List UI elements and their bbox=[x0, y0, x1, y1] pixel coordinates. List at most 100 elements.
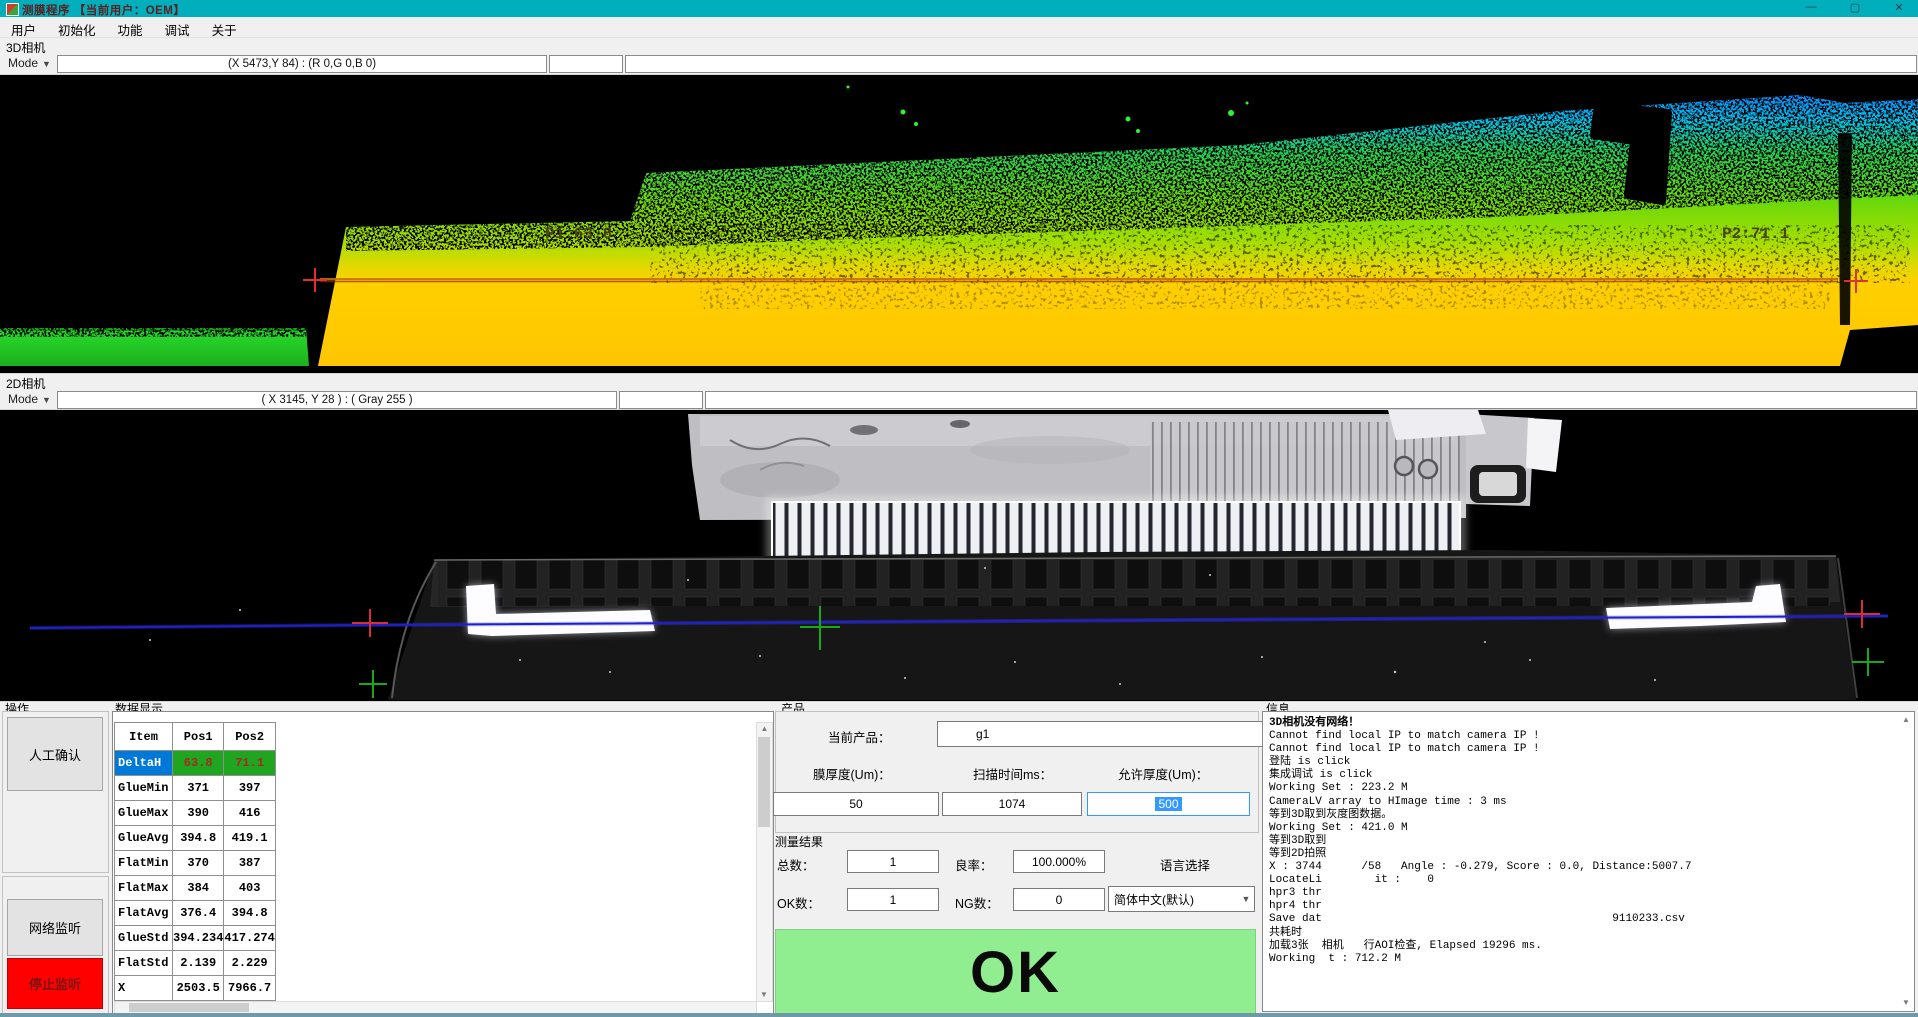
table-cell[interactable]: 387 bbox=[224, 851, 275, 876]
scrollbar-thumb[interactable] bbox=[129, 1003, 249, 1012]
column-header[interactable]: Item bbox=[115, 723, 173, 751]
table-vertical-scrollbar[interactable]: ▲ ▼ bbox=[756, 722, 773, 1002]
table-cell[interactable]: 370 bbox=[173, 851, 224, 876]
camera3d-viewport[interactable]: P1:63.8 P2:71.1 bbox=[0, 74, 1918, 374]
table-row[interactable]: GlueMin371397 bbox=[115, 776, 276, 801]
ok-count-input[interactable]: 1 bbox=[847, 888, 939, 911]
current-product-input[interactable]: g1 bbox=[937, 721, 1292, 747]
menu-item[interactable]: 功能 bbox=[107, 17, 154, 39]
log-line: hpr4 thr bbox=[1269, 900, 1889, 913]
table-row[interactable]: FlatMin370387 bbox=[115, 851, 276, 876]
scan-time-label: 扫描时间ms： bbox=[973, 764, 1052, 783]
camera2d-toolbar: Mode▼ ( X 3145, Y 28 ) : ( Gray 255 ) bbox=[0, 389, 1918, 410]
table-cell[interactable]: 394.8 bbox=[173, 826, 224, 851]
table-row[interactable]: GlueStd394.234417.274 bbox=[115, 926, 276, 951]
minimize-button[interactable]: — bbox=[1796, 1, 1826, 16]
table-cell[interactable]: GlueMax bbox=[115, 801, 173, 826]
table-cell[interactable]: 384 bbox=[173, 876, 224, 901]
ng-count-label: NG数： bbox=[955, 893, 999, 912]
results-section-label: 测量结果 bbox=[775, 833, 823, 850]
scroll-up-icon[interactable]: ▲ bbox=[757, 723, 772, 735]
ok-count-label: OK数： bbox=[777, 893, 820, 912]
table-cell[interactable]: 2.229 bbox=[224, 951, 275, 976]
camera2d-coords-readout: ( X 3145, Y 28 ) : ( Gray 255 ) bbox=[57, 391, 617, 409]
film-thickness-label: 膜厚度(Um)： bbox=[813, 764, 891, 783]
scrollbar-thumb[interactable] bbox=[758, 737, 770, 827]
app-window: 测膜程序 【当前用户：OEM】 — ▢ ✕ 用户初始化功能调试关于 3D相机 M… bbox=[0, 0, 1918, 1017]
allowed-thickness-input[interactable]: 500 bbox=[1087, 792, 1250, 816]
language-select[interactable]: 简体中文(默认) ▼ bbox=[1108, 886, 1255, 912]
close-button[interactable]: ✕ bbox=[1884, 1, 1914, 16]
table-row[interactable]: FlatStd2.1392.229 bbox=[115, 951, 276, 976]
table-cell[interactable]: FlatAvg bbox=[115, 901, 173, 926]
table-cell[interactable]: 417.274 bbox=[224, 926, 275, 951]
scroll-up-icon[interactable]: ▲ bbox=[1900, 714, 1912, 726]
table-cell[interactable]: GlueMin bbox=[115, 776, 173, 801]
table-cell[interactable]: 419.1 bbox=[224, 826, 275, 851]
table-cell[interactable]: 394.234 bbox=[173, 926, 224, 951]
info-log-panel[interactable]: 3D相机没有网络！Cannot find local IP to match c… bbox=[1262, 711, 1915, 1012]
menu-bar: 用户初始化功能调试关于 bbox=[0, 17, 1918, 38]
log-line: 集成调试 is click bbox=[1269, 769, 1889, 782]
camera3d-mode-button[interactable]: Mode▼ bbox=[8, 56, 51, 70]
scroll-down-icon[interactable]: ▼ bbox=[1900, 997, 1912, 1009]
table-cell[interactable]: 394.8 bbox=[224, 901, 275, 926]
table-cell[interactable]: 376.4 bbox=[173, 901, 224, 926]
table-cell[interactable]: DeltaH bbox=[115, 751, 173, 776]
camera2d-viewport[interactable] bbox=[0, 409, 1918, 702]
table-cell[interactable]: 63.8 bbox=[173, 751, 224, 776]
log-line: 等到2D拍照 bbox=[1269, 848, 1889, 861]
menu-item[interactable]: 调试 bbox=[154, 17, 201, 39]
log-line: 等到3D取到 bbox=[1269, 835, 1889, 848]
menu-item[interactable]: 初始化 bbox=[47, 17, 107, 39]
log-line: CameraLV array to HImage time : 3 ms bbox=[1269, 796, 1889, 809]
table-cell[interactable]: 71.1 bbox=[224, 751, 275, 776]
column-header[interactable]: Pos1 bbox=[173, 723, 224, 751]
table-cell[interactable]: 416 bbox=[224, 801, 275, 826]
manual-confirm-button[interactable]: 人工确认 bbox=[7, 717, 103, 791]
table-cell[interactable]: FlatMin bbox=[115, 851, 173, 876]
table-cell[interactable]: 403 bbox=[224, 876, 275, 901]
log-line: hpr3 thr bbox=[1269, 887, 1889, 900]
table-row[interactable]: X2503.57966.7 bbox=[115, 976, 276, 1001]
camera2d-toolbar-box-long bbox=[705, 391, 1917, 409]
film-thickness-input[interactable]: 50 bbox=[773, 792, 939, 816]
column-header[interactable]: Pos2 bbox=[224, 723, 275, 751]
result-status-banner: OK bbox=[775, 929, 1256, 1015]
menu-item[interactable]: 关于 bbox=[201, 17, 248, 39]
scan-time-input[interactable]: 1074 bbox=[942, 792, 1082, 816]
table-cell[interactable]: 2.139 bbox=[173, 951, 224, 976]
menu-item[interactable]: 用户 bbox=[0, 17, 47, 39]
table-row[interactable]: GlueAvg394.8419.1 bbox=[115, 826, 276, 851]
scroll-down-icon[interactable]: ▼ bbox=[757, 989, 771, 1001]
language-label: 语言选择 bbox=[1160, 855, 1210, 874]
table-cell[interactable]: FlatMax bbox=[115, 876, 173, 901]
table-cell[interactable]: 390 bbox=[173, 801, 224, 826]
stop-listen-button[interactable]: 停止监听 bbox=[7, 958, 103, 1009]
network-listen-button[interactable]: 网络监听 bbox=[7, 899, 103, 956]
yield-input[interactable]: 100.000% bbox=[1013, 850, 1105, 873]
allowed-thickness-label: 允许厚度(Um)： bbox=[1118, 764, 1208, 783]
total-input[interactable]: 1 bbox=[847, 850, 939, 873]
log-line: X : 3744 /58 Angle : -0.279, Score : 0.0… bbox=[1269, 861, 1889, 874]
table-cell[interactable]: X bbox=[115, 976, 173, 1001]
table-cell[interactable]: GlueStd bbox=[115, 926, 173, 951]
table-row[interactable]: FlatMax384403 bbox=[115, 876, 276, 901]
table-row[interactable]: FlatAvg376.4394.8 bbox=[115, 901, 276, 926]
table-row[interactable]: DeltaH63.871.1 bbox=[115, 751, 276, 776]
maximize-button[interactable]: ▢ bbox=[1840, 1, 1870, 16]
camera2d-toolbar-box bbox=[619, 391, 703, 409]
table-cell[interactable]: 397 bbox=[224, 776, 275, 801]
table-cell[interactable]: 2503.5 bbox=[173, 976, 224, 1001]
table-row[interactable]: GlueMax390416 bbox=[115, 801, 276, 826]
p1-annotation: P1:63.8 bbox=[545, 225, 612, 243]
data-display-panel: ItemPos1Pos2 DeltaH63.871.1GlueMin371397… bbox=[112, 711, 774, 1015]
ng-count-input[interactable]: 0 bbox=[1013, 888, 1105, 911]
data-table-body: DeltaH63.871.1GlueMin371397GlueMax390416… bbox=[115, 751, 276, 1001]
table-cell[interactable]: 371 bbox=[173, 776, 224, 801]
table-cell[interactable]: 7966.7 bbox=[224, 976, 275, 1001]
log-line: LocateLi it : 0 bbox=[1269, 874, 1889, 887]
table-cell[interactable]: FlatStd bbox=[115, 951, 173, 976]
table-cell[interactable]: GlueAvg bbox=[115, 826, 173, 851]
camera2d-mode-button[interactable]: Mode▼ bbox=[8, 392, 51, 406]
